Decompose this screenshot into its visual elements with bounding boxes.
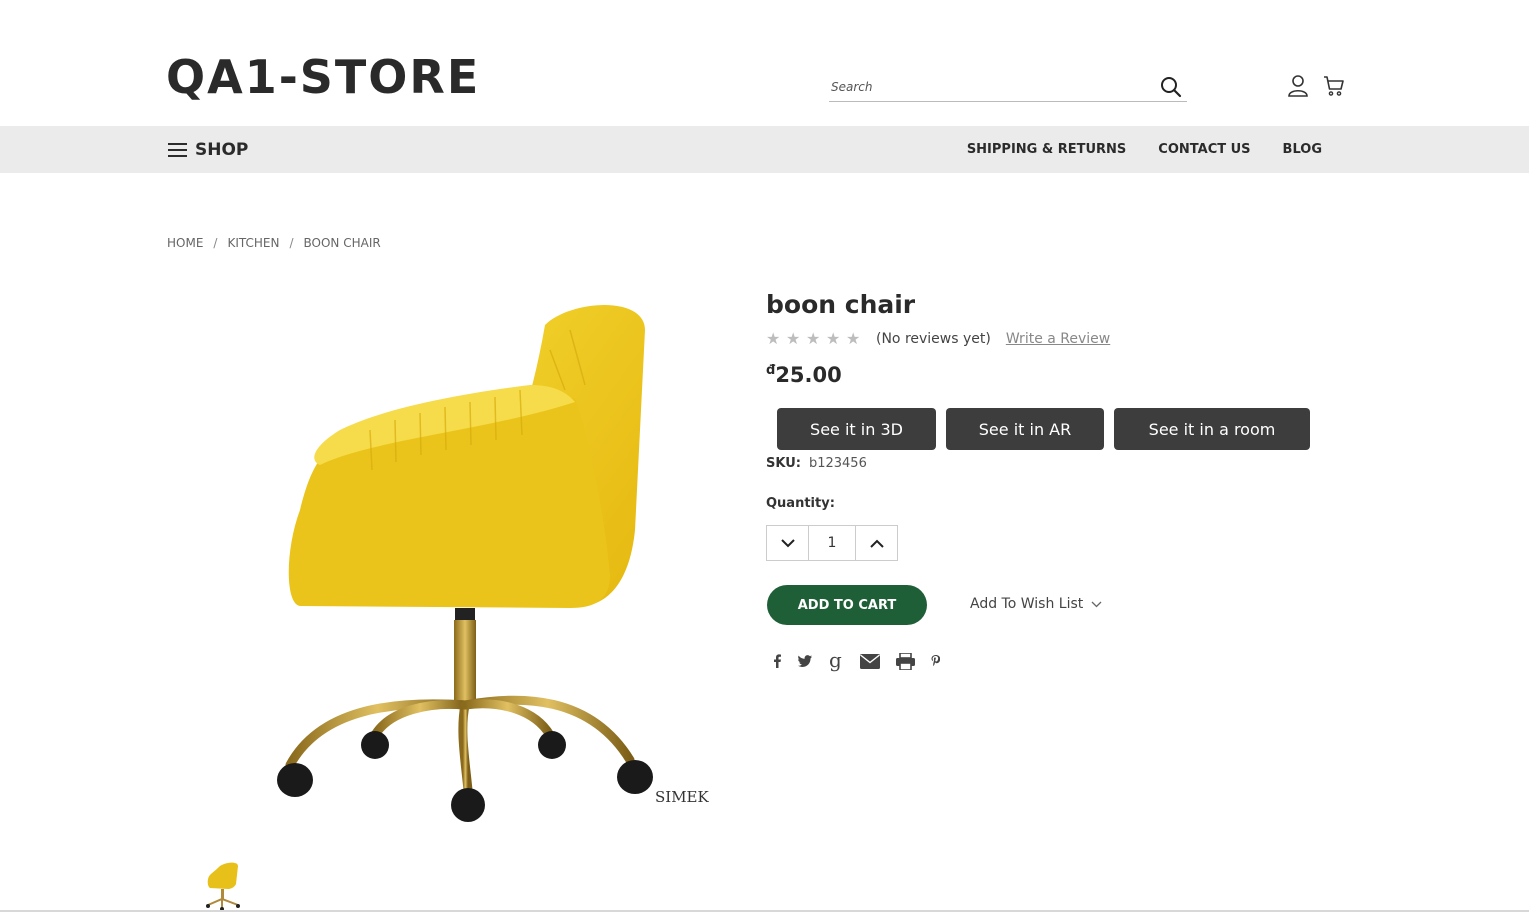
user-icon[interactable] <box>1287 74 1309 98</box>
breadcrumb-kitchen[interactable]: KITCHEN <box>227 236 279 250</box>
search-button[interactable] <box>1159 76 1183 100</box>
nav-link-blog[interactable]: BLOG <box>1283 142 1322 157</box>
hamburger-icon <box>168 143 187 157</box>
google-icon[interactable]: g <box>828 650 844 672</box>
cart-icon[interactable] <box>1322 74 1346 98</box>
currency-symbol: đ <box>766 363 776 378</box>
main-navbar: SHOP SHIPPING & RETURNS CONTACT US BLOG <box>0 126 1529 173</box>
email-icon[interactable] <box>860 650 880 672</box>
share-icons: g <box>772 650 940 672</box>
shop-menu-toggle[interactable]: SHOP <box>168 140 248 160</box>
add-to-cart-button[interactable]: ADD TO CART <box>767 585 927 625</box>
star-icon: ★ <box>786 329 801 348</box>
breadcrumb-current: BOON CHAIR <box>303 236 381 250</box>
quantity-input[interactable] <box>809 526 855 560</box>
see-in-room-button[interactable]: See it in a room <box>1114 408 1310 450</box>
rating-row: ★ ★ ★ ★ ★ (No reviews yet) Write a Revie… <box>766 331 1110 348</box>
store-logo[interactable]: QA1-STORE <box>166 50 480 104</box>
breadcrumb-home[interactable]: HOME <box>167 236 203 250</box>
quantity-decrease-button[interactable] <box>767 526 809 560</box>
facebook-icon[interactable] <box>772 650 782 672</box>
see-in-3d-button[interactable]: See it in 3D <box>777 408 936 450</box>
star-icon: ★ <box>806 329 821 348</box>
chevron-up-icon <box>869 539 884 548</box>
chevron-down-icon <box>780 538 795 547</box>
product-price: đ25.00 <box>766 363 842 387</box>
nav-link-shipping-returns[interactable]: SHIPPING & RETURNS <box>967 142 1126 157</box>
see-in-ar-button[interactable]: See it in AR <box>946 408 1104 450</box>
product-title: boon chair <box>766 290 916 319</box>
sku-value: b123456 <box>808 456 867 471</box>
sku-label: SKU: <box>766 456 801 471</box>
search-icon <box>1161 77 1182 98</box>
reviews-count: (No reviews yet) <box>876 331 991 347</box>
sku-row: SKU: b123456 <box>766 456 867 471</box>
product-thumbnail[interactable] <box>198 858 246 912</box>
svg-text:g: g <box>829 650 842 672</box>
rating-stars: ★ ★ ★ ★ ★ <box>766 331 862 347</box>
print-icon[interactable] <box>896 650 915 672</box>
product-image[interactable]: SIMEK <box>190 290 730 835</box>
star-icon: ★ <box>846 329 861 348</box>
price-value: 25.00 <box>775 363 842 387</box>
add-to-wishlist-dropdown[interactable]: Add To Wish List <box>970 596 1102 612</box>
quantity-label: Quantity: <box>766 496 835 511</box>
shop-label: SHOP <box>195 140 249 160</box>
star-icon: ★ <box>826 329 841 348</box>
breadcrumb: HOME / KITCHEN / BOON CHAIR <box>167 236 381 250</box>
chevron-down-icon <box>1091 601 1102 607</box>
breadcrumb-separator: / <box>213 236 218 250</box>
write-review-link[interactable]: Write a Review <box>1006 331 1110 347</box>
nav-link-contact-us[interactable]: CONTACT US <box>1158 142 1250 157</box>
pinterest-icon[interactable] <box>931 650 940 672</box>
image-watermark: SIMEK <box>655 788 710 806</box>
view-buttons: See it in 3D See it in AR See it in a ro… <box>777 408 1310 450</box>
site-header: QA1-STORE <box>0 0 1529 126</box>
search-input[interactable] <box>831 76 1141 98</box>
wishlist-label: Add To Wish List <box>970 596 1084 612</box>
nav-links: SHIPPING & RETURNS CONTACT US BLOG <box>967 142 1322 157</box>
search-bar <box>829 74 1187 102</box>
star-icon: ★ <box>766 329 781 348</box>
quantity-increase-button[interactable] <box>855 526 897 560</box>
breadcrumb-separator: / <box>289 236 294 250</box>
twitter-icon[interactable] <box>798 650 812 672</box>
quantity-stepper <box>766 525 898 561</box>
